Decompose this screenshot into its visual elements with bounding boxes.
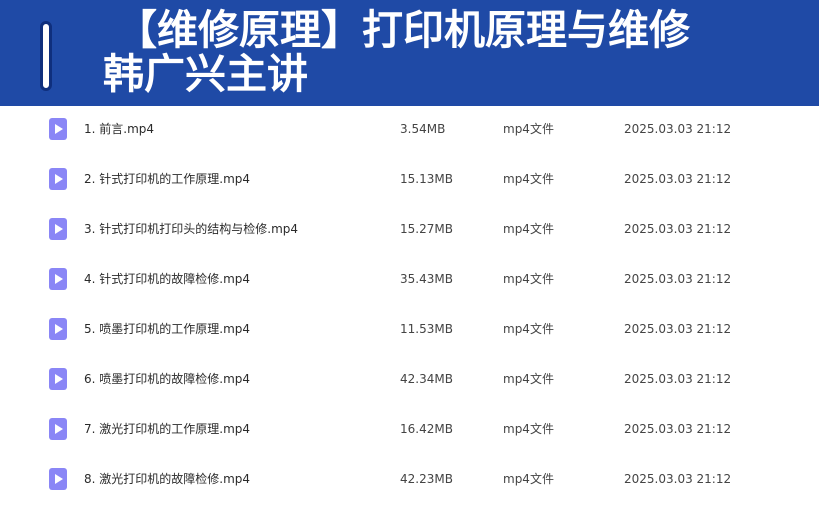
file-type: mp4文件 — [503, 222, 554, 236]
list-item[interactable]: 3. 针式打印机打印头的结构与检修.mp4 15.27MB mp4文件 2025… — [0, 206, 819, 256]
file-type: mp4文件 — [503, 322, 554, 336]
file-size: 15.27MB — [400, 222, 453, 236]
list-item[interactable]: 2. 针式打印机的工作原理.mp4 15.13MB mp4文件 2025.03.… — [0, 156, 819, 206]
file-name[interactable]: 3. 针式打印机打印头的结构与检修.mp4 — [84, 221, 298, 237]
banner-subtitle: 韩广兴主讲 — [103, 50, 308, 98]
list-item[interactable]: 7. 激光打印机的工作原理.mp4 16.42MB mp4文件 2025.03.… — [0, 406, 819, 456]
banner-title: 【维修原理】打印机原理与维修 — [116, 6, 690, 54]
video-file-icon — [49, 218, 67, 240]
file-type: mp4文件 — [503, 422, 554, 436]
file-type: mp4文件 — [503, 372, 554, 386]
file-date: 2025.03.03 21:12 — [624, 422, 732, 436]
list-item[interactable]: 8. 激光打印机的故障检修.mp4 42.23MB mp4文件 2025.03.… — [0, 456, 819, 506]
file-name[interactable]: 1. 前言.mp4 — [84, 121, 154, 137]
file-size: 42.23MB — [400, 472, 453, 486]
file-list: 1. 前言.mp4 3.54MB mp4文件 2025.03.03 21:12 … — [0, 106, 819, 506]
banner-accent-bar — [40, 21, 52, 91]
file-type: mp4文件 — [503, 272, 554, 286]
file-date: 2025.03.03 21:12 — [624, 372, 732, 386]
video-file-icon — [49, 268, 67, 290]
file-name[interactable]: 4. 针式打印机的故障检修.mp4 — [84, 271, 250, 287]
file-size: 11.53MB — [400, 322, 453, 336]
file-name[interactable]: 8. 激光打印机的故障检修.mp4 — [84, 471, 250, 487]
list-item[interactable]: 1. 前言.mp4 3.54MB mp4文件 2025.03.03 21:12 — [0, 106, 819, 156]
file-size: 35.43MB — [400, 272, 453, 286]
video-file-icon — [49, 118, 67, 140]
video-file-icon — [49, 318, 67, 340]
file-date: 2025.03.03 21:12 — [624, 172, 732, 186]
file-name[interactable]: 5. 喷墨打印机的工作原理.mp4 — [84, 321, 250, 337]
file-date: 2025.03.03 21:12 — [624, 322, 732, 336]
list-item[interactable]: 4. 针式打印机的故障检修.mp4 35.43MB mp4文件 2025.03.… — [0, 256, 819, 306]
file-date: 2025.03.03 21:12 — [624, 472, 732, 486]
title-banner: 【维修原理】打印机原理与维修 韩广兴主讲 — [0, 0, 819, 106]
file-name[interactable]: 6. 喷墨打印机的故障检修.mp4 — [84, 371, 250, 387]
file-date: 2025.03.03 21:12 — [624, 222, 732, 236]
file-name[interactable]: 7. 激光打印机的工作原理.mp4 — [84, 421, 250, 437]
file-type: mp4文件 — [503, 122, 554, 136]
video-file-icon — [49, 418, 67, 440]
file-size: 3.54MB — [400, 122, 446, 136]
list-item[interactable]: 5. 喷墨打印机的工作原理.mp4 11.53MB mp4文件 2025.03.… — [0, 306, 819, 356]
list-item[interactable]: 6. 喷墨打印机的故障检修.mp4 42.34MB mp4文件 2025.03.… — [0, 356, 819, 406]
file-date: 2025.03.03 21:12 — [624, 122, 732, 136]
video-file-icon — [49, 368, 67, 390]
video-file-icon — [49, 468, 67, 490]
file-date: 2025.03.03 21:12 — [624, 272, 732, 286]
file-type: mp4文件 — [503, 472, 554, 486]
file-type: mp4文件 — [503, 172, 554, 186]
file-size: 42.34MB — [400, 372, 453, 386]
file-name[interactable]: 2. 针式打印机的工作原理.mp4 — [84, 171, 250, 187]
file-size: 16.42MB — [400, 422, 453, 436]
file-size: 15.13MB — [400, 172, 453, 186]
video-file-icon — [49, 168, 67, 190]
